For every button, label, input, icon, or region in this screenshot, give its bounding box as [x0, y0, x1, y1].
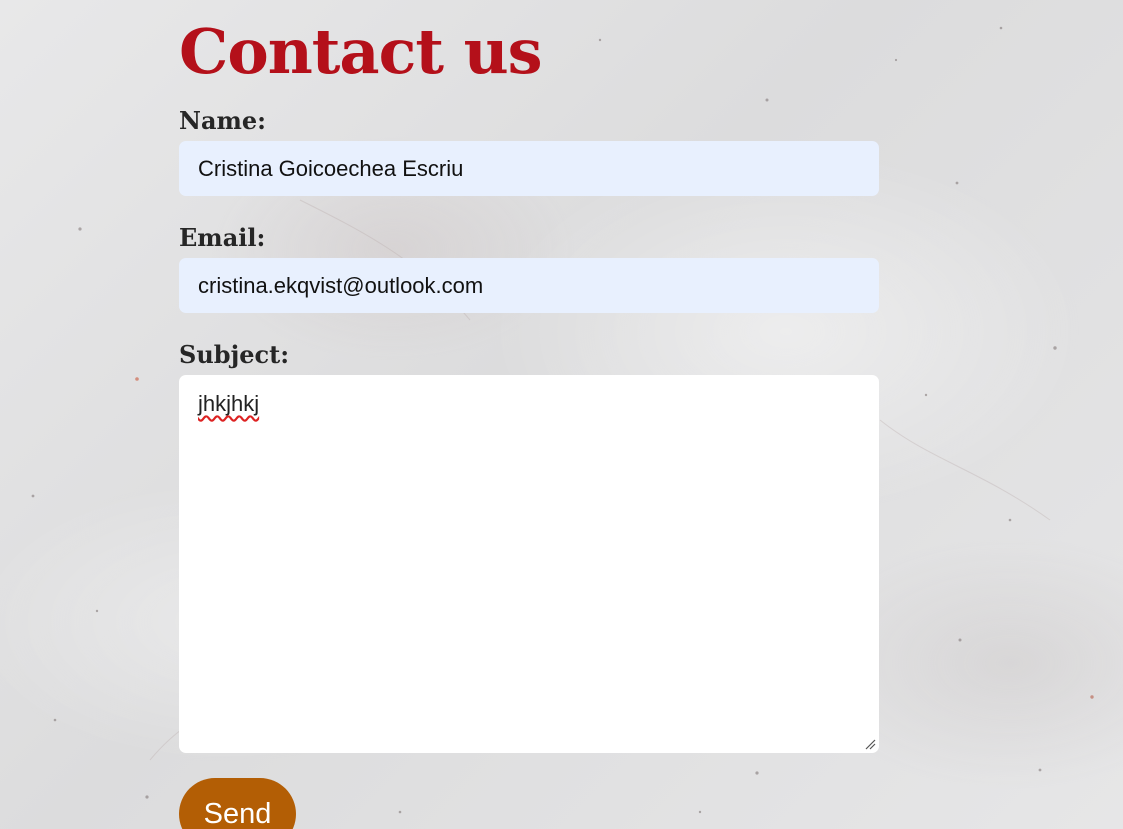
email-input[interactable]	[179, 258, 879, 313]
name-input[interactable]	[179, 141, 879, 196]
subject-label: Subject:	[179, 340, 290, 369]
subject-text: jhkjhkj	[198, 391, 260, 416]
send-button[interactable]: Send	[179, 778, 296, 829]
resize-grip-icon[interactable]	[864, 738, 876, 750]
email-label: Email:	[179, 223, 266, 252]
subject-textarea[interactable]: jhkjhkj	[179, 375, 879, 753]
page-title: Contact us	[179, 15, 543, 88]
name-label: Name:	[179, 106, 267, 135]
